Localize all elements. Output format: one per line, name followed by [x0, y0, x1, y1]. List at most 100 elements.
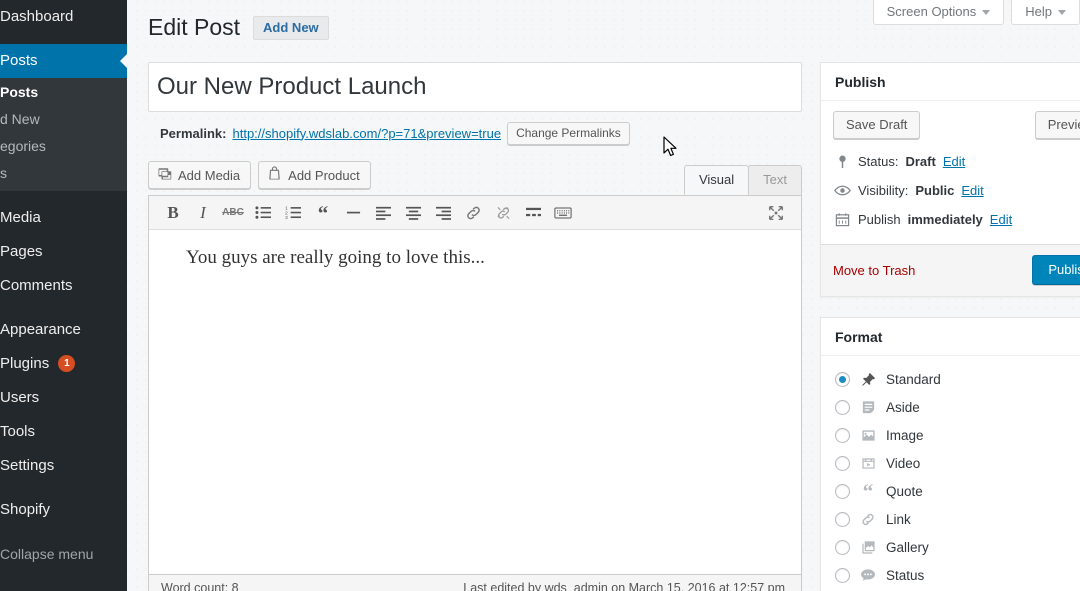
submenu-item-posts[interactable]: Posts [0, 79, 127, 106]
post-title-wrap [148, 62, 802, 112]
editor-status-bar: Word count: 8 Last edited by wds_admin o… [148, 575, 802, 591]
keyboard-shortcuts-icon[interactable] [548, 200, 578, 226]
edit-status-link[interactable]: Edit [943, 153, 965, 170]
minor-publishing: Save Draft Preview Status: Draft Edit [821, 101, 1080, 245]
add-media-label: Add Media [178, 167, 241, 183]
radio-link[interactable] [835, 511, 850, 527]
post-title-input[interactable] [157, 66, 793, 108]
status-label: Status: [858, 154, 899, 169]
format-option-status[interactable]: Status [835, 561, 1080, 589]
editor-tools: Add Media Add Product Visual Text [148, 161, 802, 195]
submenu-item-categories[interactable]: egories [0, 133, 127, 160]
publish-header: Publish [821, 63, 1080, 101]
post-schedule-row: Publish immediately Edit [833, 205, 1080, 234]
add-new-button[interactable]: Add New [253, 15, 329, 40]
screen-options-button[interactable]: Screen Options [872, 0, 1005, 25]
edit-schedule-link[interactable]: Edit [990, 211, 1012, 228]
insert-read-more-icon[interactable] [518, 200, 548, 226]
add-media-button[interactable]: Add Media [148, 161, 252, 189]
format-option-image[interactable]: Image [835, 421, 1080, 449]
edit-visibility-link[interactable]: Edit [961, 182, 983, 199]
format-label: Quote [886, 483, 923, 499]
pin-icon [859, 370, 877, 388]
sidebar-item-appearance[interactable]: Appearance [0, 313, 127, 347]
sidebar-item-comments[interactable]: Comments [0, 269, 127, 303]
submenu-item-add-new[interactable]: d New [0, 106, 127, 133]
sidebar-item-posts[interactable]: Posts [0, 44, 127, 78]
sidebar-item-plugins[interactable]: Plugins 1 [0, 347, 127, 381]
editor-content-area[interactable]: You guys are really going to love this..… [149, 230, 801, 574]
radio-quote[interactable] [835, 483, 850, 499]
radio-status[interactable] [835, 567, 850, 583]
sidebar-item-pages[interactable]: Pages [0, 235, 127, 269]
sidebar-item-shopify[interactable]: Shopify [0, 493, 127, 527]
format-option-gallery[interactable]: Gallery [835, 533, 1080, 561]
permalink-row: Permalink: http://shopify.wdslab.com/?p=… [148, 121, 802, 145]
help-button[interactable]: Help [1011, 0, 1080, 25]
strikethrough-icon[interactable]: ABC [218, 200, 248, 226]
format-option-quote[interactable]: “ Quote [835, 477, 1080, 505]
video-icon [859, 454, 877, 472]
visibility-label: Visibility: [858, 183, 909, 198]
align-left-icon[interactable] [368, 200, 398, 226]
format-option-video[interactable]: Video [835, 449, 1080, 477]
sidebar-item-label: Pages [0, 243, 43, 260]
eye-icon [833, 184, 851, 197]
sidebar-separator-5 [0, 527, 127, 537]
format-option-standard[interactable]: Standard [835, 365, 1080, 393]
publish-button[interactable]: Publish [1032, 255, 1080, 285]
editor-content-text: You guys are really going to love this..… [186, 247, 485, 268]
editor-mode-tabs: Visual Text [683, 165, 802, 195]
fullscreen-icon[interactable] [763, 200, 789, 226]
save-draft-button[interactable]: Save Draft [833, 111, 921, 139]
radio-gallery[interactable] [835, 539, 850, 555]
numbered-list-icon[interactable]: 1 2 3 [278, 200, 308, 226]
format-option-aside[interactable]: Aside [835, 393, 1080, 421]
sidebar-item-tools[interactable]: Tools [0, 415, 127, 449]
radio-aside[interactable] [835, 399, 850, 415]
format-label: Status [886, 567, 925, 583]
sidebar-item-users[interactable]: Users [0, 381, 127, 415]
submenu-item-tags[interactable]: s [0, 160, 127, 187]
tab-visual[interactable]: Visual [683, 165, 750, 195]
preview-button[interactable]: Preview [1034, 111, 1080, 139]
editor-wrap: B I ABC 1 2 3 “ You guys are really goin… [148, 195, 802, 575]
radio-video[interactable] [835, 455, 850, 471]
move-to-trash-link[interactable]: Move to Trash [833, 263, 915, 278]
sidebar-item-label: Settings [0, 457, 55, 474]
align-right-icon[interactable] [428, 200, 458, 226]
format-label: Aside [886, 399, 920, 415]
radio-standard[interactable] [835, 371, 850, 387]
tab-text[interactable]: Text [748, 165, 802, 195]
format-label: Gallery [886, 539, 929, 555]
bold-icon[interactable]: B [158, 200, 188, 226]
add-product-button[interactable]: Add Product [258, 161, 371, 189]
change-permalinks-button[interactable]: Change Permalinks [507, 121, 630, 145]
status-icon [859, 566, 877, 584]
radio-image[interactable] [835, 427, 850, 443]
sidebar-item-media[interactable]: Media [0, 201, 127, 235]
sidebar-item-settings[interactable]: Settings [0, 449, 127, 483]
format-label: Video [886, 455, 921, 471]
format-options-list: Standard Aside Image Video “ Quote Link … [821, 356, 1080, 591]
remove-link-icon[interactable] [488, 200, 518, 226]
screen-options-label: Screen Options [886, 4, 977, 19]
collapse-menu-button[interactable]: Collapse menu [0, 537, 127, 571]
sidebar-separator-3 [0, 303, 127, 313]
insert-link-icon[interactable] [458, 200, 488, 226]
permalink-link[interactable]: http://shopify.wdslab.com/?p=71&preview=… [232, 126, 501, 141]
svg-text:3: 3 [285, 215, 288, 220]
align-center-icon[interactable] [398, 200, 428, 226]
sidebar-item-dashboard[interactable]: Dashboard [0, 0, 127, 34]
horizontal-rule-icon[interactable] [338, 200, 368, 226]
chevron-down-icon [1058, 9, 1066, 15]
italic-icon[interactable]: I [188, 200, 218, 226]
bullet-list-icon[interactable] [248, 200, 278, 226]
permalink-label: Permalink: [160, 125, 227, 141]
format-option-link[interactable]: Link [835, 505, 1080, 533]
page-title: Edit Post [148, 14, 241, 40]
pin-icon [833, 154, 851, 169]
admin-body: Screen Options Help Edit Post Add New Pe… [127, 0, 1080, 591]
post-body-content: Permalink: http://shopify.wdslab.com/?p=… [148, 62, 802, 591]
blockquote-icon[interactable]: “ [308, 200, 338, 226]
